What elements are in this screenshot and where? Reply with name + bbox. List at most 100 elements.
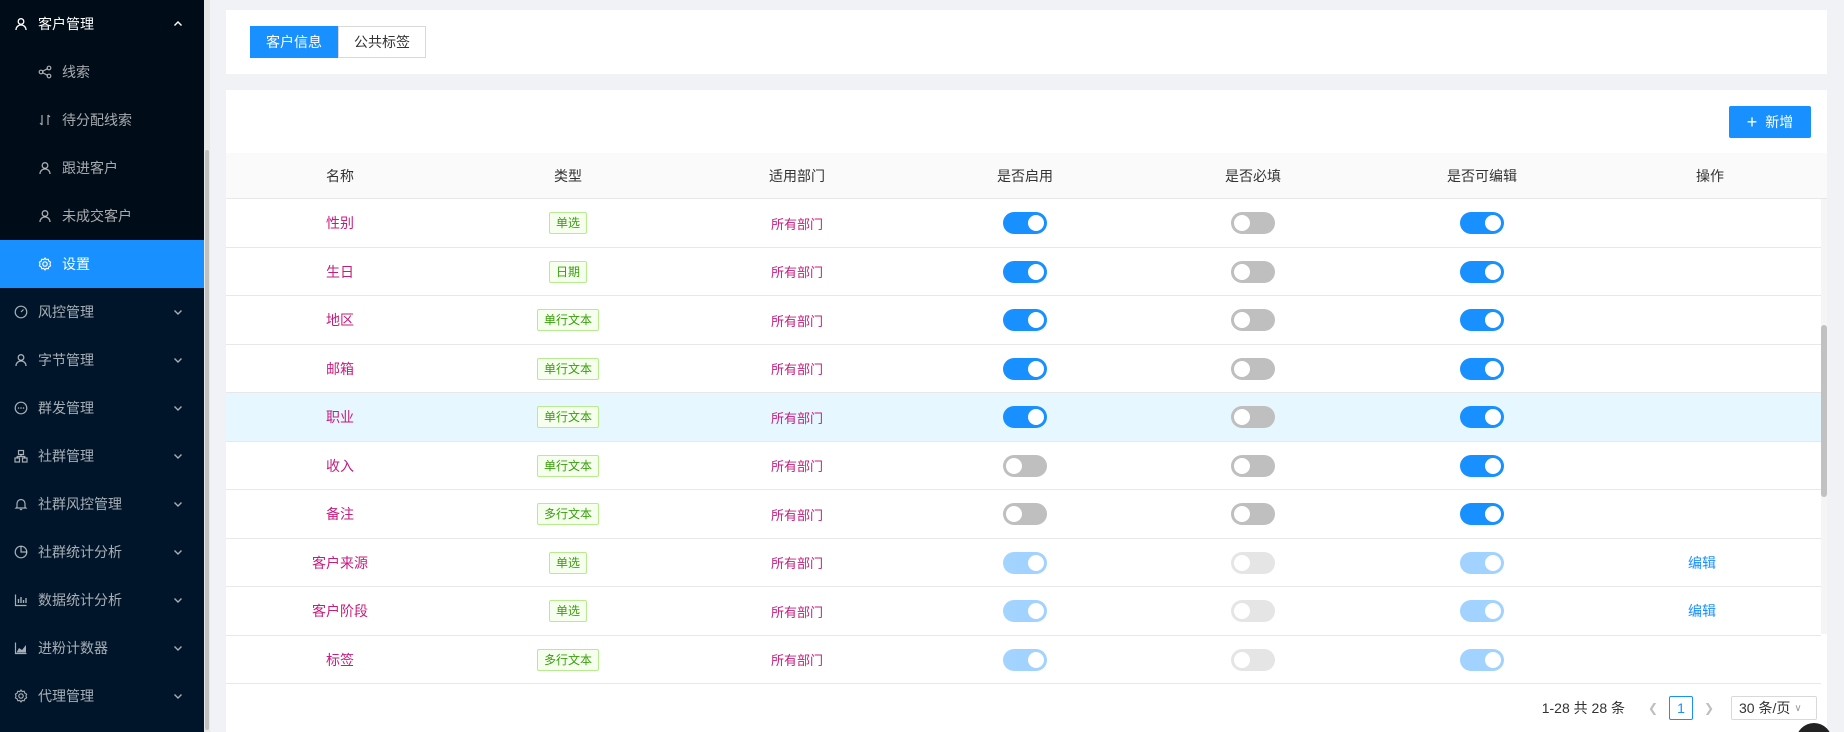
bar-chart-icon	[14, 593, 28, 607]
sidebar-item-8[interactable]: 字节管理	[0, 336, 204, 384]
field-name: 收入	[326, 457, 354, 474]
required-switch[interactable]	[1231, 260, 1275, 283]
editable-switch[interactable]	[1460, 454, 1504, 477]
field-name: 性别	[326, 215, 354, 231]
editable-switch[interactable]	[1460, 212, 1504, 234]
editable-switch[interactable]	[1460, 357, 1504, 380]
sidebar-item-3[interactable]: 待分配线索	[0, 96, 204, 144]
editable-switch[interactable]	[1460, 309, 1504, 331]
required-switch[interactable]	[1231, 406, 1275, 428]
table-row[interactable]: 性别 单选 所有部门	[226, 199, 1821, 248]
sidebar-item-label: 群发管理	[38, 400, 94, 416]
enabled-switch[interactable]	[1003, 503, 1047, 525]
switch-knob	[1485, 651, 1501, 668]
sidebar-scrollbar-thumb[interactable]	[205, 150, 209, 730]
column-header: 是否必填	[1225, 168, 1281, 184]
table-scrollbar-thumb[interactable]	[1821, 325, 1827, 497]
sidebar-item-label: 进粉计数器	[38, 640, 108, 656]
edit-link[interactable]: 编辑	[1688, 553, 1716, 573]
switch-knob	[1028, 312, 1044, 328]
department: 所有部门	[770, 604, 823, 620]
required-switch[interactable]	[1231, 357, 1275, 380]
switch-knob	[1234, 215, 1250, 231]
add-button[interactable]: + 新增	[1729, 106, 1811, 138]
editable-switch	[1460, 600, 1504, 622]
sidebar-item-11[interactable]: 社群风控管理	[0, 480, 204, 528]
right-icon[interactable]: ❯	[1697, 696, 1721, 720]
sidebar-item-1[interactable]: 客户管理	[0, 0, 204, 48]
table-row[interactable]: 备注 多行文本 所有部门	[226, 490, 1821, 539]
editable-switch[interactable]	[1460, 406, 1504, 428]
table-row[interactable]: 标签 多行文本 所有部门	[226, 635, 1821, 684]
page-size-select[interactable]: 30 条/页 ∨	[1731, 696, 1817, 720]
switch-knob	[1234, 554, 1250, 571]
type-tag: 单选	[548, 212, 587, 234]
tab-customer-info[interactable]: 客户信息	[250, 26, 338, 58]
switch-knob	[1234, 263, 1250, 280]
tab-public-tags[interactable]: 公共标签	[338, 26, 426, 58]
enabled-switch[interactable]	[1003, 357, 1047, 380]
sidebar-item-2[interactable]: 线索	[0, 48, 204, 96]
table-row[interactable]: 地区 单行文本 所有部门	[226, 296, 1821, 345]
sidebar-item-label: 线索	[62, 64, 90, 80]
enabled-switch[interactable]	[1003, 212, 1047, 234]
switch-knob	[1485, 506, 1501, 522]
sidebar-item-4[interactable]: 跟进客户	[0, 144, 204, 192]
required-switch	[1231, 551, 1275, 574]
sidebar-item-7[interactable]: 风控管理	[0, 288, 204, 336]
editable-switch	[1460, 551, 1504, 574]
switch-knob	[1234, 360, 1250, 377]
department: 所有部门	[770, 362, 823, 377]
message-icon	[14, 401, 28, 415]
switch-knob	[1485, 554, 1501, 571]
switch-knob	[1485, 312, 1501, 328]
required-switch[interactable]	[1231, 454, 1275, 477]
table-row[interactable]: 客户来源 单选 所有部门 编辑	[226, 538, 1821, 587]
table-scrollbar[interactable]	[1821, 199, 1827, 634]
table-row[interactable]: 客户阶段 单选 所有部门 编辑	[226, 587, 1821, 636]
required-switch[interactable]	[1231, 212, 1275, 234]
sidebar-item-label: 客户管理	[38, 16, 94, 32]
switch-knob	[1028, 263, 1044, 280]
required-switch[interactable]	[1231, 503, 1275, 525]
plus-icon: +	[1746, 112, 1758, 132]
sidebar-item-14[interactable]: 进粉计数器	[0, 624, 204, 672]
editable-switch[interactable]	[1460, 260, 1504, 283]
sidebar-item-9[interactable]: 群发管理	[0, 384, 204, 432]
department: 所有部门	[770, 410, 823, 426]
department: 所有部门	[770, 459, 823, 474]
enabled-switch[interactable]	[1003, 406, 1047, 428]
sidebar-item-label: 社群管理	[38, 448, 94, 464]
sidebar-item-5[interactable]: 未成交客户	[0, 192, 204, 240]
table-row[interactable]: 职业 单行文本 所有部门	[226, 393, 1821, 442]
page-number[interactable]: 1	[1669, 696, 1693, 720]
edit-link[interactable]: 编辑	[1688, 601, 1716, 621]
sidebar-item-10[interactable]: 社群管理	[0, 432, 204, 480]
user-icon	[38, 209, 52, 223]
sidebar-item-label: 未成交客户	[62, 208, 132, 224]
gear-icon	[14, 689, 28, 703]
sidebar-item-label: 跟进客户	[62, 160, 118, 176]
enabled-switch[interactable]	[1003, 309, 1047, 331]
left-icon[interactable]: ❮	[1641, 696, 1665, 720]
type-tag: 单选	[548, 600, 587, 622]
gear-icon	[38, 257, 52, 271]
sidebar-item-13[interactable]: 数据统计分析	[0, 576, 204, 624]
enabled-switch[interactable]	[1003, 454, 1047, 477]
sidebar-scrollbar[interactable]	[204, 0, 210, 732]
enabled-switch	[1003, 551, 1047, 574]
table-row[interactable]: 生日 日期 所有部门	[226, 247, 1821, 296]
enabled-switch[interactable]	[1003, 260, 1047, 283]
group-icon	[14, 449, 28, 463]
sidebar-item-15[interactable]: 代理管理	[0, 672, 204, 720]
sidebar-item-6[interactable]: 设置	[0, 240, 204, 288]
switch-knob	[1234, 506, 1250, 522]
sidebar-item-12[interactable]: 社群统计分析	[0, 528, 204, 576]
table-row[interactable]: 邮箱 单行文本 所有部门	[226, 344, 1821, 393]
required-switch[interactable]	[1231, 309, 1275, 331]
switch-knob	[1234, 457, 1250, 474]
sidebar-item-label: 设置	[62, 256, 90, 272]
field-name: 职业	[326, 409, 354, 425]
editable-switch[interactable]	[1460, 503, 1504, 525]
table-row[interactable]: 收入 单行文本 所有部门	[226, 441, 1821, 490]
